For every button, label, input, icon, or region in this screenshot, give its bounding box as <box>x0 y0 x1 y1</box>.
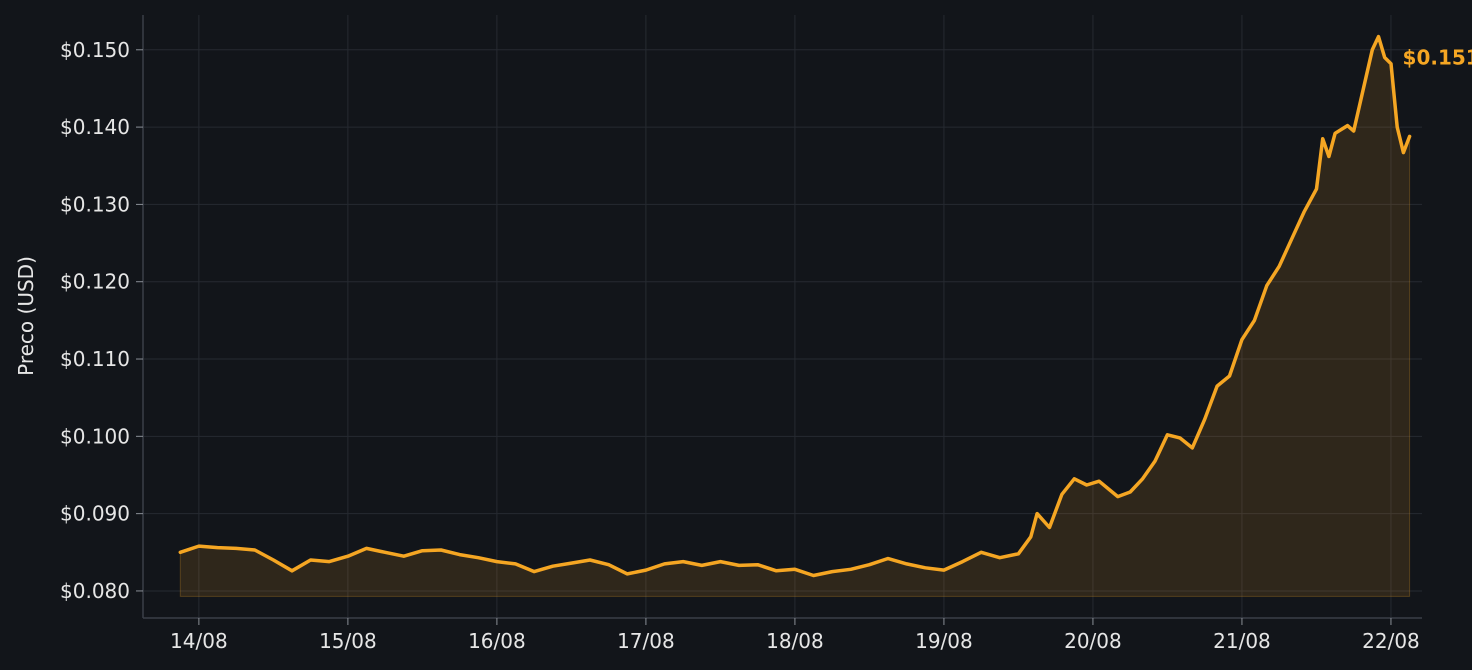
y-tick-label: $0.110 <box>60 347 130 371</box>
x-tick-label: 19/08 <box>915 629 973 653</box>
y-tick-label: $0.080 <box>60 579 130 603</box>
x-tick-label: 22/08 <box>1362 629 1420 653</box>
x-tick-label: 15/08 <box>319 629 377 653</box>
y-tick-label: $0.090 <box>60 502 130 526</box>
peak-price-label: $0.1517 <box>1403 46 1472 70</box>
price-chart: Preco (USD) $0.080 $0.090 $0.100 $0.110 $0.1… <box>0 0 1472 670</box>
y-tick-label: $0.150 <box>60 38 130 62</box>
y-tick-label: $0.140 <box>60 115 130 139</box>
price-chart-svg: Preco (USD) $0.080 $0.090 $0.100 $0.110 $0.1… <box>14 15 1472 653</box>
x-tick-label: 21/08 <box>1213 629 1271 653</box>
x-tick-label: 16/08 <box>468 629 526 653</box>
x-tick-label: 18/08 <box>766 629 824 653</box>
y-axis-title: Preco (USD) <box>14 256 38 376</box>
y-tick-label: $0.130 <box>60 192 130 216</box>
y-tick-label: $0.100 <box>60 424 130 448</box>
y-tick-label: $0.120 <box>60 270 130 294</box>
x-tick-label: 14/08 <box>170 629 228 653</box>
x-tick-label: 20/08 <box>1064 629 1122 653</box>
x-tick-label: 17/08 <box>617 629 675 653</box>
